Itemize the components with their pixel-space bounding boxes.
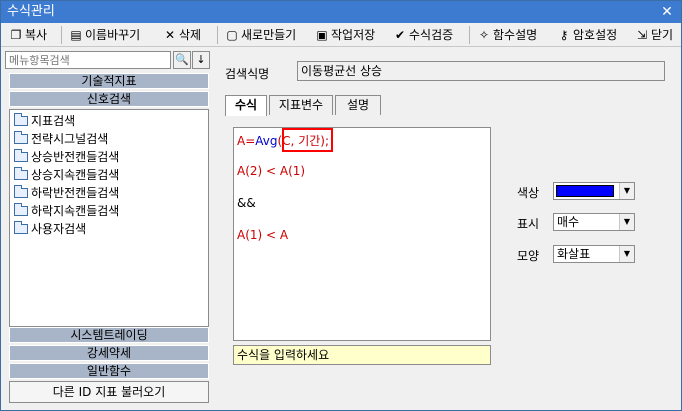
save-button[interactable]: ▣ 작업저장 <box>315 25 375 45</box>
toolbar-separator <box>217 26 218 44</box>
search-button[interactable]: 🔍 <box>173 51 191 69</box>
display-label: 표시 <box>517 217 540 231</box>
new-file-icon: ▢ <box>226 28 238 42</box>
arrow-down-icon: ↓ <box>196 53 206 66</box>
close-icon[interactable]: ✕ <box>659 1 675 23</box>
window-title: 수식관리 <box>7 4 55 19</box>
folder-icon <box>14 149 28 162</box>
category-strength-weakness[interactable]: 강세약세 <box>9 345 209 361</box>
display-select[interactable]: 매수 ▼ <box>553 213 635 231</box>
open-folder-icon <box>14 221 28 234</box>
search-name-label: 검색식명 <box>225 67 270 81</box>
formula-manager-window: 수식관리 ✕ ❐ 복사 ▤ 이름바꾸기 ✕ 삭제 ▢ 새로만들기 ▣ 작업저장 ✔ 수식검증… <box>0 0 682 411</box>
tree-item-indicator-search[interactable]: 지표검색 <box>14 112 75 130</box>
chevron-down-icon: ▼ <box>619 214 634 230</box>
formula-hint: 수식을 입력하세요 <box>233 345 491 365</box>
scroll-down-button[interactable]: ↓ <box>192 51 210 69</box>
delete-button[interactable]: ✕ 삭제 <box>163 25 201 45</box>
category-system-trading[interactable]: 시스템트레이딩 <box>9 327 209 343</box>
folder-icon <box>14 113 28 126</box>
tree-item-bearish-reversal[interactable]: 하락반전캔들검색 <box>14 184 119 202</box>
menu-search-input[interactable] <box>5 51 171 69</box>
tree-item-strategy-signal[interactable]: 전략시그널검색 <box>14 130 108 148</box>
copy-icon: ❐ <box>10 28 22 42</box>
toolbar: ❐ 복사 ▤ 이름바꾸기 ✕ 삭제 ▢ 새로만들기 ▣ 작업저장 ✔ 수식검증 ✧ 함수설명 … <box>1 23 681 47</box>
title-bar: 수식관리 ✕ <box>1 1 681 23</box>
shape-select[interactable]: 화살표 ▼ <box>553 245 635 263</box>
search-tree: 지표검색 전략시그널검색 상승반전캔들검색 상승지속캔들검색 하락반전캔들검색 … <box>9 109 209 327</box>
category-general-functions[interactable]: 일반함수 <box>9 363 209 379</box>
folder-icon <box>14 185 28 198</box>
chevron-down-icon: ▼ <box>619 246 634 262</box>
search-icon: 🔍 <box>175 53 189 66</box>
toolbar-separator <box>469 26 470 44</box>
exit-icon: ⇲ <box>636 28 648 42</box>
category-technical-indicator[interactable]: 기술적지표 <box>9 73 209 89</box>
left-panel: 🔍 ↓ 기술적지표 신호검색 지표검색 전략시그널검색 상승반전캔들검색 상승지… <box>5 51 211 407</box>
password-button[interactable]: ⚷ 암호설정 <box>557 25 618 45</box>
color-label: 색상 <box>517 186 540 200</box>
right-panel: 검색식명 이동평균선 상승 수식 지표변수 설명 A=Avg(C, 기간); A… <box>215 51 681 407</box>
tree-item-bearish-continuation[interactable]: 하락지속캔들검색 <box>14 202 119 220</box>
shape-label: 모양 <box>517 249 540 263</box>
highlight-box <box>282 128 333 152</box>
close-button[interactable]: ⇲ 닫기 <box>635 25 673 45</box>
tab-description[interactable]: 설명 <box>335 95 381 115</box>
search-name-field[interactable]: 이동평균선 상승 <box>297 61 665 81</box>
verify-button[interactable]: ✔ 수식검증 <box>393 25 453 45</box>
rename-icon: ▤ <box>70 28 82 42</box>
key-icon: ⚷ <box>559 28 569 42</box>
tree-item-bullish-continuation[interactable]: 상승지속캔들검색 <box>14 166 119 184</box>
tree-item-user-search[interactable]: 사용자검색 <box>14 220 86 238</box>
formula-editor[interactable]: A=Avg(C, 기간); A(2) < A(1) && A(1) < A <box>233 127 491 341</box>
color-picker[interactable]: ▼ <box>553 182 635 200</box>
tab-formula[interactable]: 수식 <box>225 95 267 116</box>
new-button[interactable]: ▢ 새로만들기 <box>225 25 296 45</box>
color-swatch <box>556 185 614 197</box>
formula-line-4: A(1) < A <box>237 228 289 242</box>
tree-item-bullish-reversal[interactable]: 상승반전캔들검색 <box>14 148 119 166</box>
delete-icon: ✕ <box>164 28 176 42</box>
tab-indicator-variables[interactable]: 지표변수 <box>269 95 333 115</box>
category-signal-search[interactable]: 신호검색 <box>9 91 209 107</box>
copy-button[interactable]: ❐ 복사 <box>9 25 47 45</box>
formula-line-2: A(2) < A(1) <box>237 164 306 178</box>
function-help-button[interactable]: ✧ 함수설명 <box>477 25 537 45</box>
load-other-id-button[interactable]: 다른 ID 지표 불러오기 <box>9 381 209 403</box>
chevron-down-icon: ▼ <box>619 183 634 199</box>
folder-icon <box>14 203 28 216</box>
folder-icon <box>14 167 28 180</box>
rename-button[interactable]: ▤ 이름바꾸기 <box>69 25 140 45</box>
wand-icon: ✧ <box>478 28 490 42</box>
toolbar-separator <box>61 26 62 44</box>
save-icon: ▣ <box>316 28 328 42</box>
check-icon: ✔ <box>394 28 406 42</box>
folder-icon <box>14 131 28 144</box>
formula-line-3: && <box>237 196 256 210</box>
